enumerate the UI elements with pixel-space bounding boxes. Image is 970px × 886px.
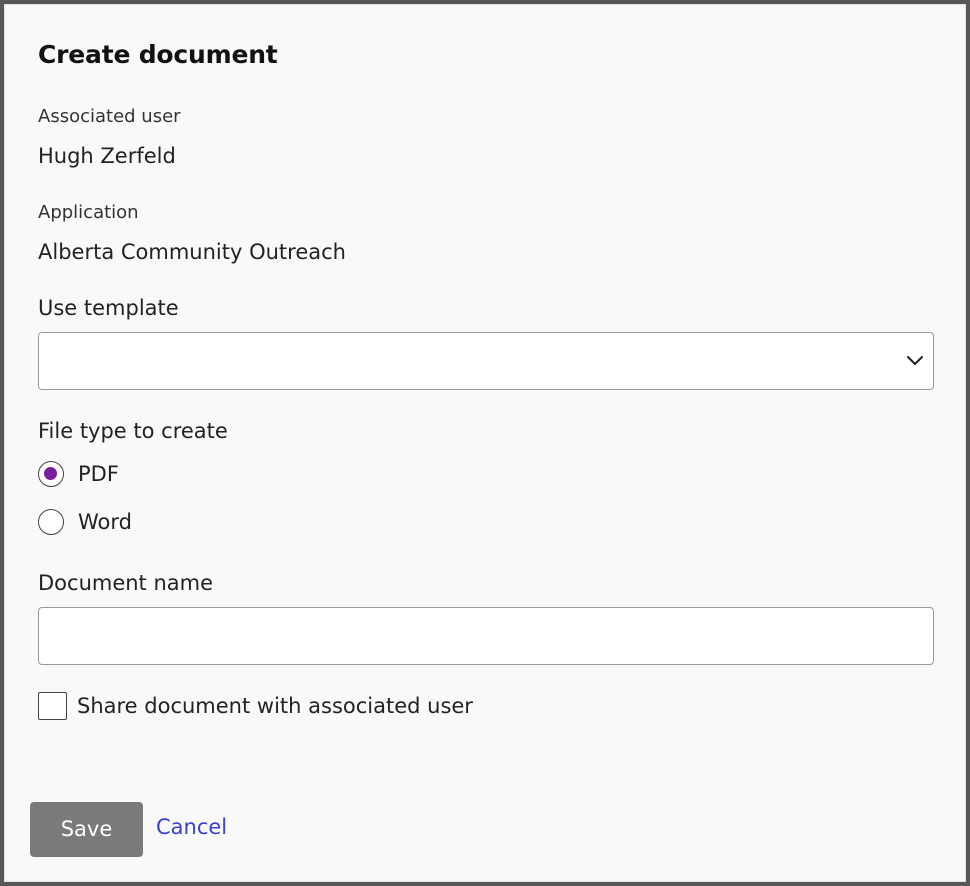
associated-user-value: Hugh Zerfeld [38, 144, 176, 168]
document-name-label: Document name [38, 571, 214, 595]
create-document-dialog: Create document Associated user Hugh Zer… [4, 4, 966, 882]
file-type-option-word[interactable]: Word [38, 507, 132, 537]
share-option[interactable]: Share document with associated user [38, 691, 473, 721]
pdf-radio-label: PDF [78, 462, 119, 486]
template-select[interactable] [38, 332, 934, 390]
application-value: Alberta Community Outreach [38, 240, 346, 264]
document-name-input[interactable] [38, 607, 934, 665]
pdf-radio[interactable] [38, 461, 64, 487]
template-label: Use template [38, 296, 179, 320]
associated-user-label: Associated user [38, 106, 181, 127]
word-radio-label: Word [78, 510, 132, 534]
save-button[interactable]: Save [30, 802, 143, 857]
file-type-option-pdf[interactable]: PDF [38, 459, 119, 489]
cancel-link[interactable]: Cancel [156, 815, 227, 839]
chevron-down-icon [907, 356, 923, 365]
file-type-label: File type to create [38, 419, 228, 443]
application-label: Application [38, 202, 139, 223]
dialog-title: Create document [38, 40, 278, 69]
share-checkbox-label: Share document with associated user [77, 694, 473, 718]
share-checkbox[interactable] [38, 692, 67, 720]
background-fragment [966, 298, 970, 300]
word-radio[interactable] [38, 509, 64, 535]
